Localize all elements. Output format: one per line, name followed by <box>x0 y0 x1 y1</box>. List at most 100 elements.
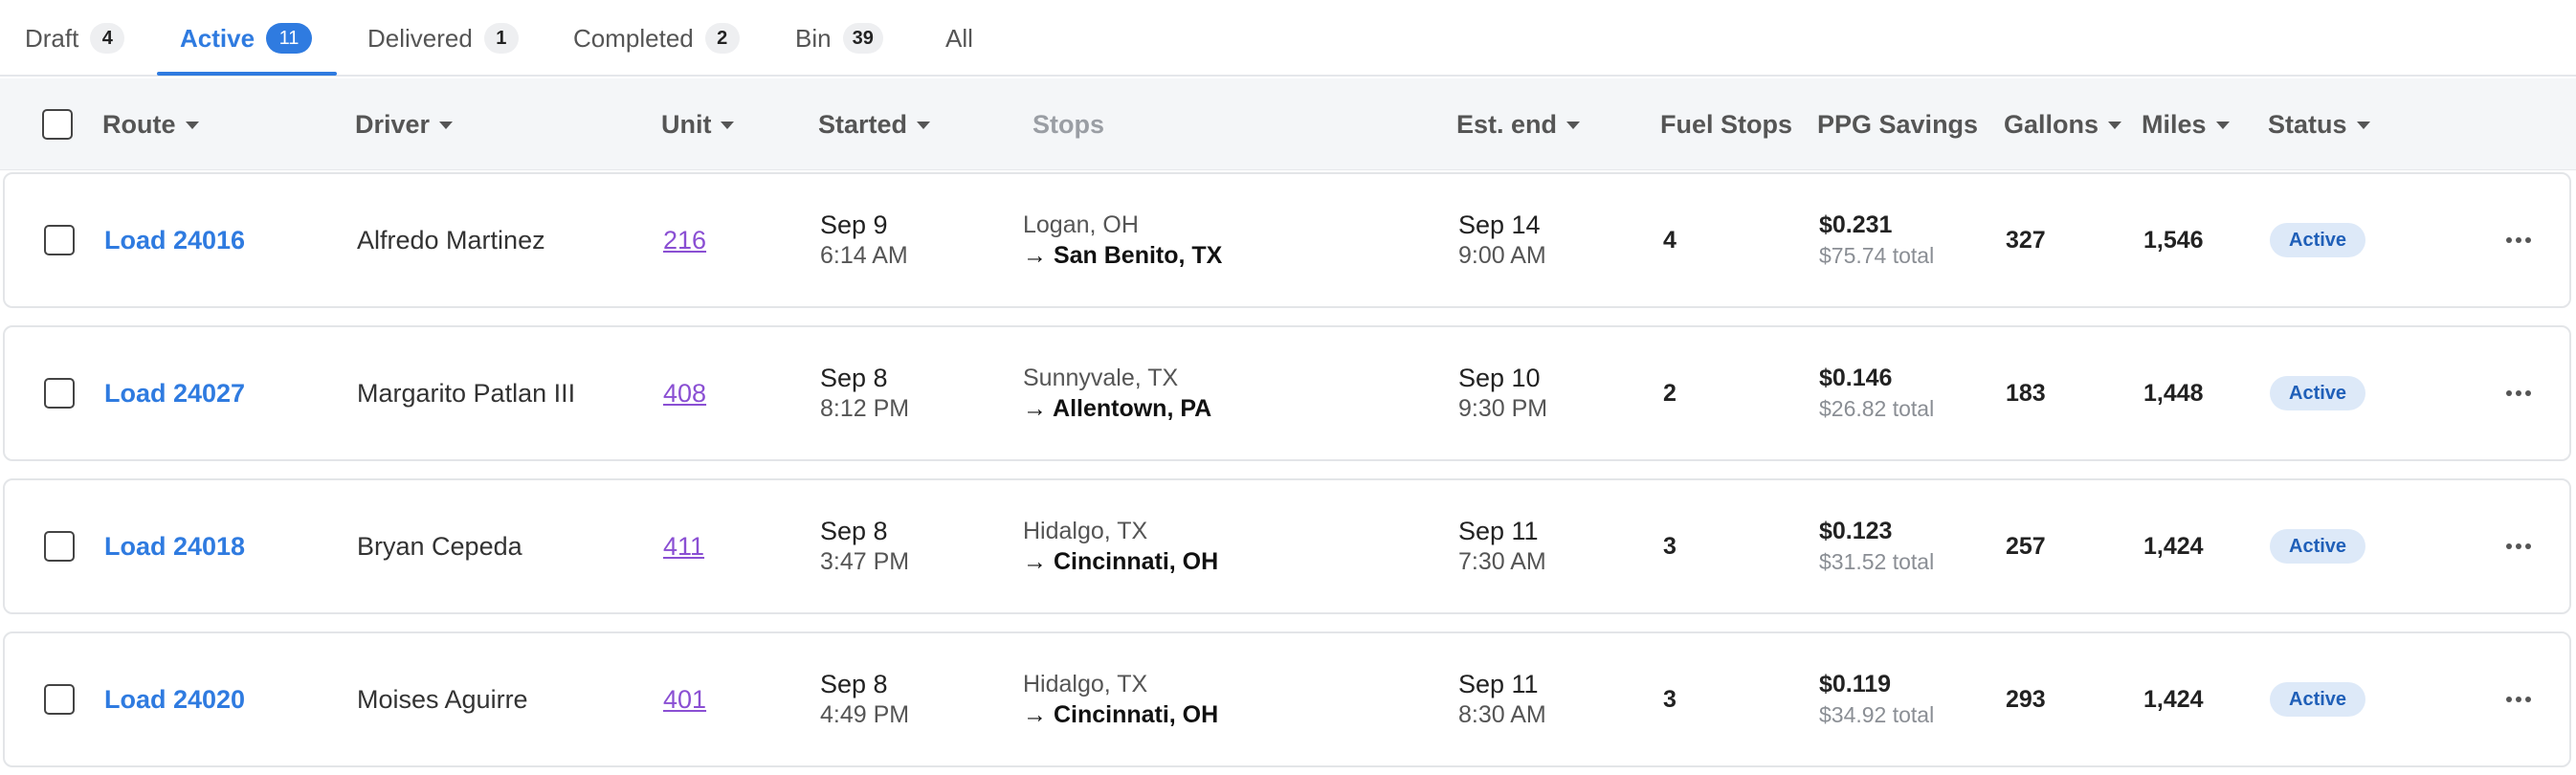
tab-active[interactable]: Active 11 <box>180 0 313 77</box>
column-header-fuel-stops-label: Fuel Stops <box>1660 109 1793 139</box>
driver-cell: Bryan Cepeda <box>357 480 522 612</box>
ppg-savings: $0.119 <box>1819 671 1892 698</box>
column-header-gallons-label: Gallons <box>2004 109 2099 139</box>
unit-link[interactable]: 411 <box>663 532 704 562</box>
tab-delivered[interactable]: Delivered 1 <box>367 0 519 77</box>
caret-down-icon <box>1566 122 1581 129</box>
tab-delivered-count: 1 <box>483 23 519 54</box>
column-header-stops-label: Stops <box>1033 109 1105 139</box>
route-link[interactable]: Load 24027 <box>104 379 245 409</box>
ppg-savings: $0.146 <box>1819 365 1893 391</box>
column-header-started-label: Started <box>818 109 908 139</box>
row-checkbox[interactable] <box>44 225 75 255</box>
fuel-stops-cell: 2 <box>1663 327 1677 459</box>
tab-bin-label: Bin <box>795 23 832 53</box>
tab-draft[interactable]: Draft 4 <box>25 0 125 77</box>
row-checkbox[interactable] <box>44 684 75 715</box>
route-link[interactable]: Load 24020 <box>104 685 245 715</box>
table-row[interactable]: Load 24020 Moises Aguirre 401 Sep 8 4:49… <box>3 631 2571 767</box>
select-all-checkbox[interactable] <box>42 109 73 140</box>
column-header-route-label: Route <box>102 109 176 139</box>
column-header-status-label: Status <box>2268 109 2347 139</box>
route-link[interactable]: Load 24016 <box>104 226 245 255</box>
column-header-miles[interactable]: Miles <box>2142 78 2230 170</box>
ppg-cell: $0.119 $34.92 total <box>1819 633 1934 765</box>
column-header-est-end-label: Est. end <box>1456 109 1558 139</box>
stop-destination: → Allentown, PA <box>1023 395 1212 422</box>
fuel-stops-cell: 4 <box>1663 174 1677 306</box>
caret-down-icon <box>185 122 199 129</box>
end-time: 9:30 PM <box>1458 395 1548 422</box>
status-badge: Active <box>2270 223 2366 257</box>
tab-completed[interactable]: Completed 2 <box>573 0 740 77</box>
tab-all[interactable]: All <box>945 0 973 77</box>
table-header: Route Driver Unit Started Stops Est. end… <box>0 78 2576 170</box>
fuel-stops-count: 3 <box>1663 532 1677 560</box>
started-cell: Sep 8 4:49 PM <box>820 633 909 765</box>
end-date: Sep 10 <box>1458 364 1541 392</box>
tab-active-label: Active <box>180 23 255 53</box>
end-time: 8:30 AM <box>1458 701 1546 728</box>
status-tabs: Draft 4 Active 11 Delivered 1 Completed … <box>0 0 2576 77</box>
stop-origin: Hidalgo, TX <box>1023 671 1148 698</box>
column-header-started[interactable]: Started <box>818 78 931 170</box>
more-horizontal-icon[interactable] <box>2506 633 2531 765</box>
more-horizontal-icon[interactable] <box>2506 480 2531 612</box>
gallons-value: 293 <box>2006 685 2046 713</box>
miles-value: 1,546 <box>2143 226 2204 254</box>
tab-draft-label: Draft <box>25 23 79 53</box>
caret-down-icon <box>2356 122 2370 129</box>
driver-name: Alfredo Martinez <box>357 225 545 255</box>
column-header-fuel-stops: Fuel Stops <box>1660 78 1792 170</box>
route-cell: Load 24020 <box>104 633 245 765</box>
tab-all-label: All <box>945 23 973 53</box>
status-cell: Active <box>2270 633 2366 765</box>
driver-name: Margarito Patlan III <box>357 378 576 408</box>
fuel-stops-count: 3 <box>1663 685 1677 713</box>
more-horizontal-icon[interactable] <box>2506 327 2531 459</box>
driver-cell: Moises Aguirre <box>357 633 528 765</box>
column-header-status[interactable]: Status <box>2268 78 2370 170</box>
miles-value: 1,448 <box>2143 379 2204 407</box>
started-date: Sep 8 <box>820 670 888 698</box>
row-checkbox[interactable] <box>44 531 75 562</box>
table-row[interactable]: Load 24018 Bryan Cepeda 411 Sep 8 3:47 P… <box>3 478 2571 614</box>
row-checkbox[interactable] <box>44 378 75 409</box>
end-date: Sep 14 <box>1458 210 1541 239</box>
end-time: 9:00 AM <box>1458 242 1546 269</box>
column-header-miles-label: Miles <box>2142 109 2207 139</box>
ppg-savings: $0.123 <box>1819 518 1893 544</box>
unit-link[interactable]: 408 <box>663 379 706 409</box>
column-header-route[interactable]: Route <box>102 78 199 170</box>
driver-name: Bryan Cepeda <box>357 531 522 561</box>
ppg-total: $31.52 total <box>1819 549 1935 574</box>
stop-destination: → San Benito, TX <box>1023 242 1223 269</box>
more-horizontal-icon[interactable] <box>2506 174 2531 306</box>
stops-cell: Hidalgo, TX → Cincinnati, OH <box>1023 480 1218 612</box>
started-cell: Sep 8 3:47 PM <box>820 480 909 612</box>
ppg-total: $26.82 total <box>1819 396 1935 421</box>
table-row[interactable]: Load 24027 Margarito Patlan III 408 Sep … <box>3 325 2571 461</box>
unit-cell: 216 <box>663 174 706 306</box>
column-header-gallons[interactable]: Gallons <box>2004 78 2122 170</box>
unit-link[interactable]: 216 <box>663 226 706 255</box>
gallons-cell: 293 <box>2006 633 2046 765</box>
column-header-stops: Stops <box>1033 78 1104 170</box>
table-row[interactable]: Load 24016 Alfredo Martinez 216 Sep 9 6:… <box>3 172 2571 308</box>
column-header-unit-label: Unit <box>661 109 712 139</box>
route-link[interactable]: Load 24018 <box>104 532 245 562</box>
column-header-ppg-savings-label: PPG Savings <box>1817 109 1979 139</box>
tab-bin[interactable]: Bin 39 <box>795 0 883 77</box>
column-header-driver[interactable]: Driver <box>355 78 454 170</box>
column-header-est-end[interactable]: Est. end <box>1456 78 1581 170</box>
active-tab-indicator <box>157 72 337 76</box>
stop-origin: Logan, OH <box>1023 211 1139 238</box>
route-cell: Load 24027 <box>104 327 245 459</box>
column-header-unit[interactable]: Unit <box>661 78 735 170</box>
unit-link[interactable]: 401 <box>663 685 706 715</box>
caret-down-icon <box>2108 122 2122 129</box>
caret-down-icon <box>721 122 735 129</box>
gallons-cell: 257 <box>2006 480 2046 612</box>
started-cell: Sep 8 8:12 PM <box>820 327 909 459</box>
started-date: Sep 8 <box>820 517 888 545</box>
